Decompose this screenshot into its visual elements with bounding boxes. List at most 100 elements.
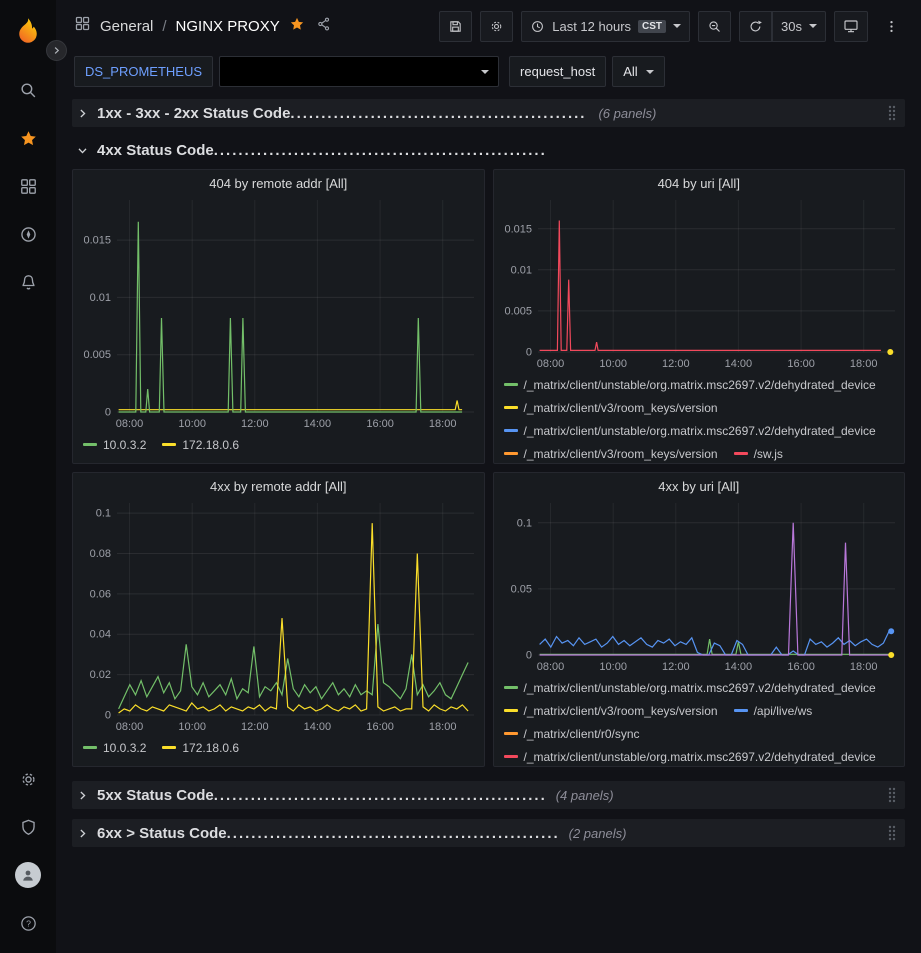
legend-item[interactable]: /_matrix/client/v3/room_keys/version	[504, 699, 718, 722]
request-host-select[interactable]: All	[612, 56, 664, 87]
svg-text:0: 0	[525, 650, 531, 662]
legend-label: /_matrix/client/unstable/org.matrix.msc2…	[524, 681, 876, 695]
datasource-select[interactable]	[219, 56, 499, 87]
breadcrumb-folder[interactable]: General	[100, 18, 153, 35]
row-expand-chevron-icon	[76, 107, 89, 120]
legend-item[interactable]: /_matrix/client/r0/sync	[504, 722, 640, 745]
legend-swatch	[83, 443, 97, 446]
svg-text:08:00: 08:00	[536, 358, 564, 370]
svg-text:08:00: 08:00	[116, 721, 144, 733]
time-range-picker[interactable]: Last 12 hours CST	[521, 11, 690, 42]
row-title-dots: ........................................…	[214, 787, 544, 804]
svg-text:16:00: 16:00	[366, 721, 394, 733]
legend-item[interactable]: 172.18.0.6	[162, 736, 239, 759]
user-avatar[interactable]	[0, 851, 56, 899]
save-button[interactable]	[439, 11, 472, 42]
legend-item[interactable]: /_matrix/client/v3/room_keys/version	[504, 442, 718, 463]
svg-text:10:00: 10:00	[599, 661, 627, 673]
panel-4xx-by-remote-addr: 4xx by remote addr [All] 00.020.040.060.…	[72, 472, 485, 767]
svg-text:0.01: 0.01	[90, 292, 111, 304]
legend-item[interactable]: 172.18.0.6	[162, 433, 239, 456]
top-navbar: General / NGINX PROXY	[56, 0, 921, 52]
legend-item[interactable]: /_matrix/client/v3/room_keys/version	[504, 396, 718, 419]
legend-label: /_matrix/client/v3/room_keys/version	[524, 704, 718, 718]
datasource-label[interactable]: DS_PROMETHEUS	[74, 56, 213, 87]
row-panel-count: (4 panels)	[556, 788, 614, 803]
legend-label: 10.0.3.2	[103, 438, 146, 452]
legend-item[interactable]: 10.0.3.2	[83, 433, 146, 456]
svg-text:18:00: 18:00	[849, 358, 877, 370]
drag-handle-icon[interactable]	[887, 824, 897, 842]
timeseries-chart[interactable]: 00.020.040.060.080.108:0010:0012:0014:00…	[73, 495, 484, 735]
chart-legend: 10.0.3.2 172.18.0.6	[73, 735, 484, 759]
legend-label: /_matrix/client/r0/sync	[524, 727, 640, 741]
panel-title[interactable]: 404 by uri [All]	[494, 170, 905, 192]
row-title-dots: ........................................…	[214, 142, 544, 159]
row-expand-chevron-icon	[76, 789, 89, 802]
legend-item[interactable]: /sw.js	[734, 442, 783, 463]
row-header-1xx-3xx-2xx[interactable]: 1xx - 3xx - 2xx Status Code ............…	[72, 99, 905, 127]
share-icon[interactable]	[316, 16, 332, 37]
help-icon[interactable]: ?	[0, 899, 56, 947]
server-admin-shield-icon[interactable]	[0, 803, 56, 851]
zoom-out-button[interactable]	[698, 11, 731, 42]
svg-text:0.005: 0.005	[504, 305, 532, 317]
svg-text:?: ?	[26, 918, 31, 928]
grafana-app: ? General / NGINX PROXY	[0, 0, 921, 953]
row-collapse-chevron-icon	[76, 144, 89, 157]
svg-text:0.02: 0.02	[90, 669, 111, 681]
row-header-4xx[interactable]: 4xx Status Code ........................…	[72, 137, 905, 163]
legend-item[interactable]: /api/live/ws	[734, 699, 813, 722]
svg-text:0.015: 0.015	[83, 235, 111, 247]
starred-icon[interactable]	[0, 114, 56, 162]
svg-text:12:00: 12:00	[241, 418, 269, 430]
variable-datasource: DS_PROMETHEUS	[74, 56, 499, 87]
time-range-label: Last 12 hours	[552, 19, 631, 34]
favorite-star-icon[interactable]	[289, 16, 305, 37]
legend-swatch	[504, 686, 518, 689]
search-icon[interactable]	[0, 66, 56, 114]
svg-text:10:00: 10:00	[178, 721, 206, 733]
request-host-label[interactable]: request_host	[509, 56, 606, 87]
refresh-button[interactable]	[739, 11, 772, 42]
panel-title[interactable]: 404 by remote addr [All]	[73, 170, 484, 192]
row-header-5xx[interactable]: 5xx Status Code ........................…	[72, 781, 905, 809]
legend-item[interactable]: /_matrix/client/unstable/org.matrix.msc2…	[504, 676, 876, 699]
row-title: 1xx - 3xx - 2xx Status Code	[97, 105, 290, 122]
configuration-gear-icon[interactable]	[0, 755, 56, 803]
explore-icon[interactable]	[0, 210, 56, 258]
gear-icon	[489, 19, 504, 34]
drag-handle-icon[interactable]	[887, 104, 897, 122]
timeseries-chart[interactable]: 00.0050.010.01508:0010:0012:0014:0016:00…	[73, 192, 484, 432]
svg-text:14:00: 14:00	[724, 358, 752, 370]
panel-title[interactable]: 4xx by uri [All]	[494, 473, 905, 495]
request-host-value: All	[623, 64, 637, 79]
row-header-6xx[interactable]: 6xx > Status Code ......................…	[72, 819, 905, 847]
cycle-view-button[interactable]	[834, 11, 868, 42]
dashboard-title[interactable]: NGINX PROXY	[176, 18, 280, 35]
svg-text:08:00: 08:00	[116, 418, 144, 430]
svg-text:12:00: 12:00	[662, 661, 690, 673]
legend-item[interactable]: /_matrix/client/unstable/org.matrix.msc2…	[504, 373, 876, 396]
svg-text:0: 0	[525, 347, 531, 359]
svg-text:16:00: 16:00	[787, 358, 815, 370]
timeseries-chart[interactable]: 00.0050.010.01508:0010:0012:0014:0016:00…	[494, 192, 905, 372]
panel-title[interactable]: 4xx by remote addr [All]	[73, 473, 484, 495]
legend-item[interactable]: /_matrix/client/unstable/org.matrix.msc2…	[504, 745, 876, 766]
legend-item[interactable]: 10.0.3.2	[83, 736, 146, 759]
legend-label: 10.0.3.2	[103, 741, 146, 755]
variable-request-host: request_host All	[509, 56, 665, 87]
drag-handle-icon[interactable]	[887, 786, 897, 804]
refresh-interval-picker[interactable]: 30s	[772, 11, 826, 42]
dashboard-settings-button[interactable]	[480, 11, 513, 42]
refresh-interval-label: 30s	[781, 19, 802, 34]
sidebar-expand-icon[interactable]	[46, 40, 67, 61]
dashboards-icon[interactable]	[0, 162, 56, 210]
legend-swatch	[162, 746, 176, 749]
legend-label: /api/live/ws	[754, 704, 813, 718]
svg-text:08:00: 08:00	[536, 661, 564, 673]
legend-item[interactable]: /_matrix/client/unstable/org.matrix.msc2…	[504, 419, 876, 442]
kebab-menu-icon[interactable]	[876, 11, 907, 42]
timeseries-chart[interactable]: 00.050.108:0010:0012:0014:0016:0018:00	[494, 495, 905, 675]
alerting-icon[interactable]	[0, 258, 56, 306]
